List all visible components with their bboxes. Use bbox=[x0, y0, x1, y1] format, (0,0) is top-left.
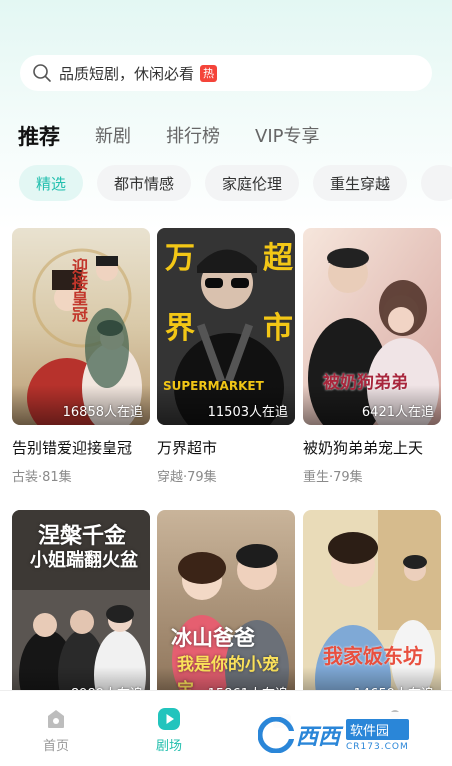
follower-count: 6421人在追 bbox=[361, 405, 434, 420]
drama-title[interactable]: 万界超市 bbox=[157, 437, 295, 458]
drama-meta: 穿越·79集 bbox=[157, 470, 217, 485]
category-chips: 精选 都市情感 家庭伦理 重生穿越 bbox=[19, 165, 452, 201]
drama-title[interactable]: 被奶狗弟弟宠上天 bbox=[303, 437, 441, 458]
svg-text:市: 市 bbox=[263, 311, 293, 346]
poster-subtitle: 小姐踹翻火盆 bbox=[30, 550, 138, 571]
drama-poster[interactable]: 迎接皇冠 16858人在追 bbox=[12, 228, 150, 425]
drama-title[interactable]: 告别错爱迎接皇冠 bbox=[12, 437, 150, 458]
tab-vip[interactable]: VIP专享 bbox=[255, 122, 319, 152]
nav-home-label: 首页 bbox=[42, 739, 69, 754]
nav-home[interactable]: 首页 bbox=[26, 707, 86, 754]
drama-card[interactable]: 万 界 超 市 SUPERMARKET 11503人在追 万界超市 穿越·79集 bbox=[157, 228, 295, 485]
chip-featured[interactable]: 精选 bbox=[19, 165, 84, 201]
watermark-tag: 软件园 bbox=[346, 718, 409, 740]
chip-urban-romance[interactable]: 都市情感 bbox=[97, 165, 192, 201]
chip-family-ethics[interactable]: 家庭伦理 bbox=[205, 165, 300, 201]
follower-count: 11503人在追 bbox=[207, 405, 288, 420]
search-bar[interactable]: 品质短剧，休闲必看 热 bbox=[20, 55, 432, 91]
svg-text:万: 万 bbox=[165, 241, 195, 276]
svg-text:界: 界 bbox=[165, 311, 195, 346]
tab-recommend[interactable]: 推荐 bbox=[17, 117, 60, 152]
drama-poster[interactable]: 我家饭东坊 14659人在追 bbox=[303, 510, 441, 707]
drama-card[interactable]: 被奶狗弟弟 6421人在追 被奶狗弟弟宠上天 重生·79集 bbox=[303, 228, 441, 485]
svg-text:超: 超 bbox=[263, 241, 294, 276]
follower-count: 16858人在追 bbox=[62, 405, 143, 420]
drama-poster[interactable]: 涅槃千金 小姐踹翻火盆 8989人在追 bbox=[12, 510, 150, 707]
tab-ranking[interactable]: 排行榜 bbox=[166, 122, 220, 152]
search-placeholder: 品质短剧，休闲必看 bbox=[59, 64, 195, 83]
watermark-brand: 西西 bbox=[296, 725, 341, 750]
drama-poster[interactable]: 被奶狗弟弟 6421人在追 bbox=[303, 228, 441, 425]
drama-card[interactable]: 涅槃千金 小姐踹翻火盆 8989人在追 bbox=[12, 510, 150, 707]
watermark-logo: 西西 软件园 CR173.COM bbox=[252, 712, 432, 758]
home-icon bbox=[48, 710, 64, 728]
watermark-domain: CR173.COM bbox=[346, 741, 409, 752]
poster-title: 我家饭东坊 bbox=[323, 644, 423, 668]
drama-poster[interactable]: 万 界 超 市 SUPERMARKET 11503人在追 bbox=[157, 228, 295, 425]
watermark-tagline: 软件园 CR173.COM bbox=[346, 718, 409, 752]
nav-theater[interactable]: 剧场 bbox=[139, 707, 199, 754]
drama-card[interactable]: 冰山爸爸 我是你的小宠宝 15861人在追 bbox=[157, 510, 295, 707]
top-tabs: 推荐 新剧 排行榜 VIP专享 bbox=[17, 117, 354, 152]
watermark-icon bbox=[258, 717, 294, 753]
drama-card[interactable]: 迎接皇冠 16858人在追 告别错爱迎接皇冠 古装·81集 bbox=[12, 228, 150, 485]
poster-title: 冰山爸爸 bbox=[171, 625, 255, 650]
search-icon bbox=[33, 64, 51, 82]
drama-meta: 古装·81集 bbox=[12, 470, 72, 485]
nav-theater-label: 剧场 bbox=[155, 739, 182, 754]
drama-meta: 重生·79集 bbox=[303, 470, 363, 485]
hot-badge: 热 bbox=[200, 64, 218, 82]
chip-rebirth-time-travel[interactable]: 重生穿越 bbox=[313, 165, 408, 201]
tab-new[interactable]: 新剧 bbox=[95, 122, 131, 152]
play-icon bbox=[158, 708, 180, 730]
drama-card[interactable]: 我家饭东坊 14659人在追 bbox=[303, 510, 441, 707]
chip-more[interactable] bbox=[421, 165, 452, 201]
drama-poster[interactable]: 冰山爸爸 我是你的小宠宝 15861人在追 bbox=[157, 510, 295, 707]
poster-title: 迎接皇冠 bbox=[69, 258, 88, 322]
